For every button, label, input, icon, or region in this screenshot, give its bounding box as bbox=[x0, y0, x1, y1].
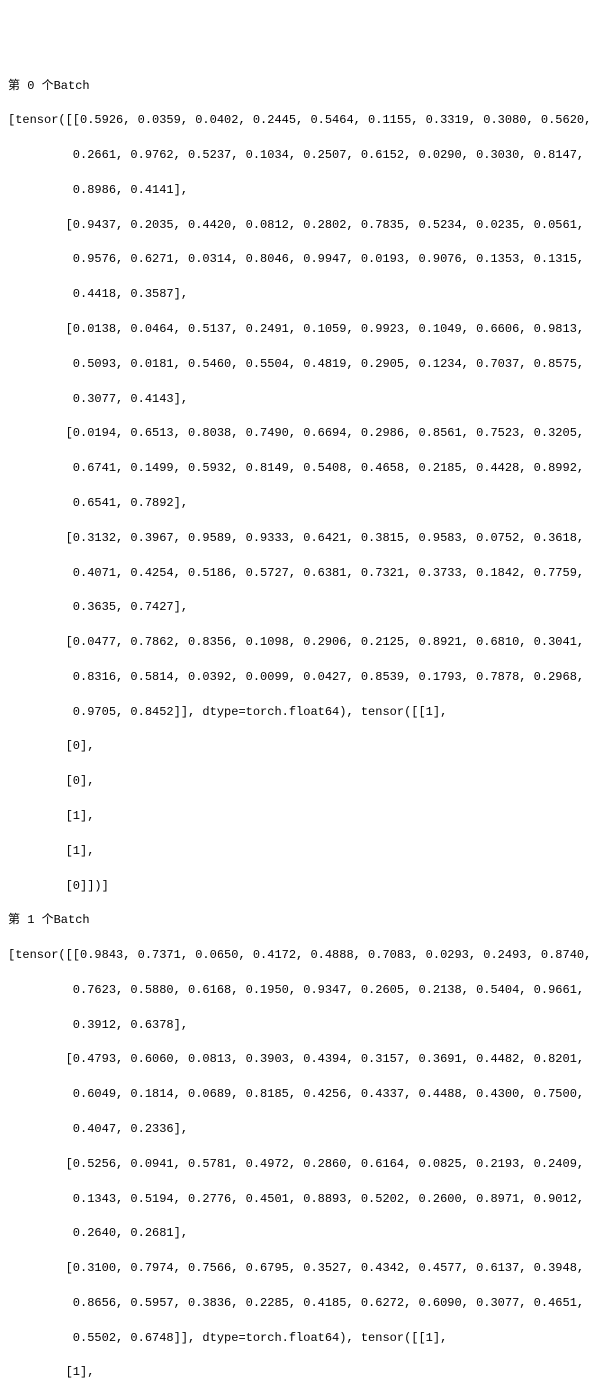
batch1-header: 第 1 个Batch bbox=[8, 913, 90, 927]
batch1-line-3: [0.4793, 0.6060, 0.0813, 0.3903, 0.4394,… bbox=[8, 1052, 584, 1066]
batch1-line-7: 0.1343, 0.5194, 0.2776, 0.4501, 0.8893, … bbox=[8, 1192, 584, 1206]
batch1-line-6: [0.5256, 0.0941, 0.5781, 0.4972, 0.2860,… bbox=[8, 1157, 584, 1171]
batch0-line-1: 0.2661, 0.9762, 0.5237, 0.1034, 0.2507, … bbox=[8, 148, 584, 162]
batch0-line-0: [tensor([[0.5926, 0.0359, 0.0402, 0.2445… bbox=[8, 113, 589, 127]
batch0-line-6: [0.0138, 0.0464, 0.5137, 0.2491, 0.1059,… bbox=[8, 322, 584, 336]
batch1-line-8: 0.2640, 0.2681], bbox=[8, 1226, 188, 1240]
batch0-line-15: [0.0477, 0.7862, 0.8356, 0.1098, 0.2906,… bbox=[8, 635, 584, 649]
batch0-line-17: 0.9705, 0.8452]], dtype=torch.float64), … bbox=[8, 705, 447, 719]
batch1-line-0: [tensor([[0.9843, 0.7371, 0.0650, 0.4172… bbox=[8, 948, 589, 962]
batch0-line-5: 0.4418, 0.3587], bbox=[8, 287, 188, 301]
batch0-line-14: 0.3635, 0.7427], bbox=[8, 600, 188, 614]
batch0-line-22: [0]])] bbox=[8, 879, 109, 893]
batch1-line-4: 0.6049, 0.1814, 0.0689, 0.8185, 0.4256, … bbox=[8, 1087, 584, 1101]
batch0-line-10: 0.6741, 0.1499, 0.5932, 0.8149, 0.5408, … bbox=[8, 461, 584, 475]
batch0-line-7: 0.5093, 0.0181, 0.5460, 0.5504, 0.4819, … bbox=[8, 357, 584, 371]
batch0-line-18: [0], bbox=[8, 739, 94, 753]
batch0-line-21: [1], bbox=[8, 844, 94, 858]
batch0-line-3: [0.9437, 0.2035, 0.4420, 0.0812, 0.2802,… bbox=[8, 218, 584, 232]
batch0-header: 第 0 个Batch bbox=[8, 79, 90, 93]
batch1-line-9: [0.3100, 0.7974, 0.7566, 0.6795, 0.3527,… bbox=[8, 1261, 584, 1275]
batch1-line-5: 0.4047, 0.2336], bbox=[8, 1122, 188, 1136]
batch0-line-9: [0.0194, 0.6513, 0.8038, 0.7490, 0.6694,… bbox=[8, 426, 584, 440]
batch1-line-10: 0.8656, 0.5957, 0.3836, 0.2285, 0.4185, … bbox=[8, 1296, 584, 1310]
batch0-line-4: 0.9576, 0.6271, 0.0314, 0.8046, 0.9947, … bbox=[8, 252, 584, 266]
batch0-line-19: [0], bbox=[8, 774, 94, 788]
batch0-line-11: 0.6541, 0.7892], bbox=[8, 496, 188, 510]
batch1-line-11: 0.5502, 0.6748]], dtype=torch.float64), … bbox=[8, 1331, 447, 1345]
batch1-line-1: 0.7623, 0.5880, 0.6168, 0.1950, 0.9347, … bbox=[8, 983, 584, 997]
batch0-line-8: 0.3077, 0.4143], bbox=[8, 392, 188, 406]
batch1-line-2: 0.3912, 0.6378], bbox=[8, 1018, 188, 1032]
batch1-line-12: [1], bbox=[8, 1365, 94, 1379]
batch0-line-12: [0.3132, 0.3967, 0.9589, 0.9333, 0.6421,… bbox=[8, 531, 584, 545]
batch0-line-13: 0.4071, 0.4254, 0.5186, 0.5727, 0.6381, … bbox=[8, 566, 584, 580]
batch0-line-16: 0.8316, 0.5814, 0.0392, 0.0099, 0.0427, … bbox=[8, 670, 584, 684]
batch0-line-2: 0.8986, 0.4141], bbox=[8, 183, 188, 197]
batch0-line-20: [1], bbox=[8, 809, 94, 823]
